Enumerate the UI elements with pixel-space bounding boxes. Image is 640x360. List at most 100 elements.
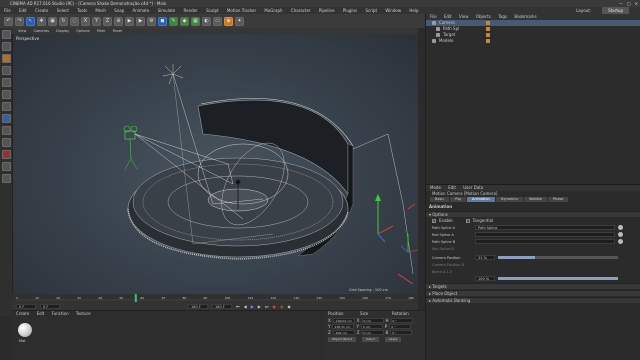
- polygons-mode-icon[interactable]: [1, 102, 11, 111]
- menu-create[interactable]: Create: [35, 8, 48, 13]
- menu-help[interactable]: Help: [409, 8, 418, 13]
- camera-icon[interactable]: ◉: [224, 16, 233, 26]
- tab-wobble[interactable]: Wobble: [524, 197, 547, 202]
- menu-mesh[interactable]: Mesh: [95, 8, 106, 13]
- section-targets[interactable]: ▸ Targets: [426, 283, 640, 289]
- tag-icon[interactable]: [486, 33, 490, 37]
- obj-menu-objects[interactable]: Objects: [476, 14, 491, 19]
- link-pick-icon[interactable]: [618, 225, 623, 230]
- attr-menu-mode[interactable]: Mode: [430, 185, 441, 190]
- obj-menu-bookmarks[interactable]: Bookmarks: [514, 14, 536, 19]
- camera-position-field[interactable]: 31 %: [475, 255, 495, 260]
- mat-menu-function[interactable]: Function: [52, 311, 69, 316]
- deformer-icon[interactable]: ◐: [202, 16, 211, 26]
- edges-mode-icon[interactable]: [1, 90, 11, 99]
- vp-menu-cameras[interactable]: Cameras: [33, 29, 49, 33]
- obj-menu-tags[interactable]: Tags: [498, 14, 507, 19]
- workplane-icon[interactable]: [1, 66, 11, 75]
- link-pick-icon[interactable]: [618, 232, 623, 237]
- light-icon[interactable]: ✦: [235, 16, 244, 26]
- texture-mode-icon[interactable]: [1, 54, 11, 63]
- menu-render[interactable]: Render: [184, 8, 198, 13]
- tweak-icon[interactable]: [1, 126, 11, 135]
- y-axis-icon[interactable]: Y: [92, 16, 101, 26]
- vp-menu-view[interactable]: View: [18, 29, 26, 33]
- subdivision-surface-icon[interactable]: ◆: [180, 16, 189, 26]
- size-z-field[interactable]: 0 cm: [361, 329, 384, 335]
- end-frame-field[interactable]: 180 F: [188, 303, 208, 309]
- enable-checkbox[interactable]: ✓: [432, 218, 436, 223]
- section-automatic-banking[interactable]: ▸ Automatic Banking: [426, 297, 640, 303]
- menu-tools[interactable]: Tools: [77, 8, 87, 13]
- tag-icon[interactable]: [486, 27, 490, 31]
- apply-button[interactable]: Apply: [384, 337, 402, 342]
- rail-spline-a-link[interactable]: [475, 232, 615, 237]
- live-selection-icon[interactable]: ↖: [26, 16, 35, 26]
- tag-icon[interactable]: [486, 39, 490, 43]
- render-settings-icon[interactable]: ⚙: [147, 16, 156, 26]
- play-icon[interactable]: ▶: [251, 304, 254, 309]
- camera-position-slider[interactable]: [498, 256, 618, 259]
- x-axis-icon[interactable]: X: [81, 16, 90, 26]
- solo-icon[interactable]: [1, 174, 11, 183]
- blend-field[interactable]: 100 %: [475, 276, 495, 281]
- preview-end-field[interactable]: 180 F: [212, 303, 232, 309]
- menu-script[interactable]: Script: [365, 8, 377, 13]
- position-z-field[interactable]: -602 cm: [332, 329, 355, 335]
- menu-simulate[interactable]: Simulate: [158, 8, 176, 13]
- floor-icon[interactable]: ▭: [213, 16, 222, 26]
- position-x-field[interactable]: -199.02 cm: [332, 317, 355, 323]
- spline-pen-icon[interactable]: ✎: [169, 16, 178, 26]
- link-pick-icon[interactable]: [618, 239, 623, 244]
- recent-tools-icon[interactable]: ◌: [70, 16, 79, 26]
- mat-menu-create[interactable]: Create: [16, 311, 29, 316]
- prev-key-icon[interactable]: ◀: [244, 304, 247, 309]
- next-key-icon[interactable]: ▶: [258, 304, 261, 309]
- tab-phase[interactable]: Phase: [548, 197, 569, 202]
- goto-start-icon[interactable]: ⏮: [236, 304, 240, 309]
- close-icon[interactable]: ✕: [635, 0, 638, 7]
- tag-icon[interactable]: [486, 21, 490, 25]
- menu-window[interactable]: Window: [385, 8, 401, 13]
- model-mode-icon[interactable]: [1, 42, 11, 51]
- cube-icon[interactable]: ◼: [158, 16, 167, 26]
- coordinate-system-icon[interactable]: ⊕: [114, 16, 123, 26]
- menu-sculpt[interactable]: Sculpt: [206, 8, 219, 13]
- rotation-p-field[interactable]: 0 °: [389, 323, 412, 329]
- workplane-lock-icon[interactable]: [1, 150, 11, 159]
- section-place-object[interactable]: ▸ Place Object: [426, 290, 640, 296]
- vp-menu-options[interactable]: Options: [76, 29, 90, 33]
- maximize-icon[interactable]: □: [627, 0, 631, 7]
- tab-dynamics[interactable]: Dynamics: [495, 197, 524, 202]
- attr-menu-edit[interactable]: Edit: [448, 185, 456, 190]
- menu-snap[interactable]: Snap: [114, 8, 124, 13]
- menu-pipeline[interactable]: Pipeline: [319, 8, 335, 13]
- render-view-icon[interactable]: ▶: [125, 16, 134, 26]
- tab-animation[interactable]: Animation: [466, 197, 495, 202]
- enable-snap-icon[interactable]: [1, 138, 11, 147]
- blend-slider[interactable]: [498, 277, 618, 280]
- redo-icon[interactable]: ↷: [15, 16, 24, 26]
- z-axis-icon[interactable]: Z: [103, 16, 112, 26]
- scale-icon[interactable]: ▣: [48, 16, 57, 26]
- goto-end-icon[interactable]: ⏭: [265, 304, 269, 309]
- timeline-ruler[interactable]: 0 10 20 30 40 50 60 70 80 90 100 110 120…: [12, 294, 418, 302]
- size-mode-select[interactable]: Size ▾: [362, 337, 379, 342]
- enable-axis-icon[interactable]: [1, 114, 11, 123]
- attr-menu-user-data[interactable]: User Data: [463, 185, 483, 190]
- vp-menu-filter[interactable]: Filter: [97, 29, 106, 33]
- material-swatch[interactable]: [18, 323, 32, 337]
- array-icon[interactable]: ▦: [191, 16, 200, 26]
- render-picture-viewer-icon[interactable]: ▶: [136, 16, 145, 26]
- obj-menu-view[interactable]: View: [459, 14, 469, 19]
- tab-basic[interactable]: Basic: [430, 197, 450, 202]
- obj-menu-edit[interactable]: Edit: [444, 14, 452, 19]
- tab-rig[interactable]: Rig: [450, 197, 466, 202]
- menu-mograph[interactable]: MoGraph: [264, 8, 282, 13]
- vp-menu-panel[interactable]: Panel: [113, 29, 122, 33]
- object-row-modelo[interactable]: Modelo: [426, 38, 640, 44]
- menu-file[interactable]: File: [4, 8, 11, 13]
- autokey-icon[interactable]: ◉: [280, 304, 284, 309]
- object-mode-select[interactable]: Object (Rel) ▾: [328, 337, 357, 342]
- path-spline-a-link[interactable]: Path Spline: [475, 225, 615, 230]
